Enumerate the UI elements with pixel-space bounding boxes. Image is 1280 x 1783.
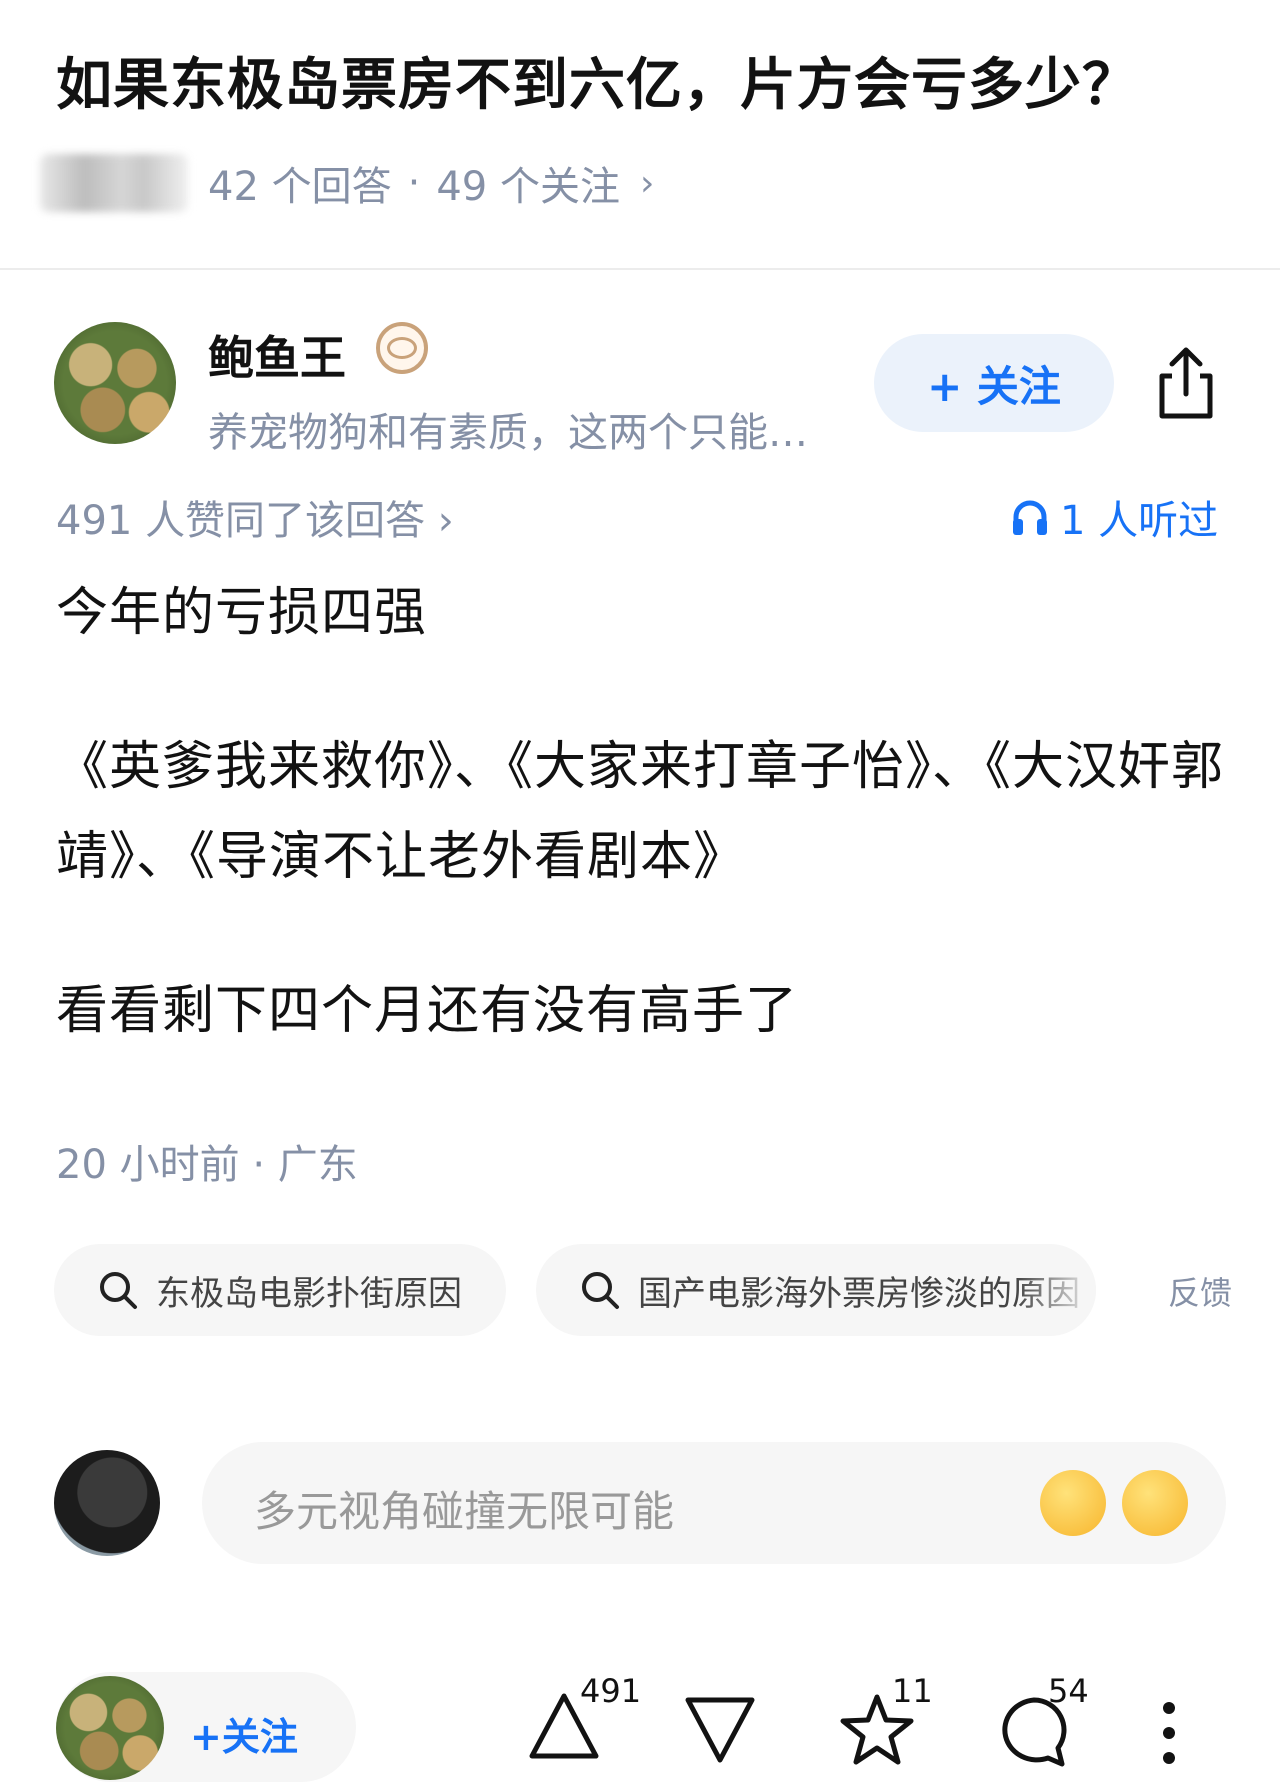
follow-button[interactable]: + 关注 bbox=[874, 334, 1114, 432]
bottom-follow-button[interactable]: +关注 bbox=[190, 1706, 298, 1761]
followers-count: 49 个关注 bbox=[436, 164, 620, 210]
answer-paragraph-2: 《英爹我来救你》、《大家来打章子怡》、《大汉奸郭靖》、《导演不让老外看剧本》 bbox=[56, 737, 1225, 887]
emoji-rose-icon[interactable] bbox=[1040, 1470, 1106, 1536]
blurred-avatar-placeholder bbox=[40, 154, 188, 212]
question-meta[interactable]: 42 个回答 · 49 个关注 › bbox=[40, 150, 654, 216]
downvote-icon[interactable] bbox=[682, 1694, 758, 1766]
eye-badge-icon bbox=[376, 322, 428, 374]
search-chip-label: 国产电影海外票房惨淡的原因 bbox=[638, 1273, 1080, 1314]
search-icon bbox=[582, 1272, 619, 1309]
search-chip-1[interactable]: 东极岛电影扑街原因 bbox=[54, 1244, 506, 1336]
author-name[interactable]: 鲍鱼王 bbox=[208, 322, 346, 388]
upvote-count: 491 bbox=[580, 1672, 642, 1710]
listened-text: 1 人听过 bbox=[1060, 498, 1219, 544]
feedback-link[interactable]: 反馈 bbox=[1168, 1268, 1232, 1314]
comment-placeholder: 多元视角碰撞无限可能 bbox=[254, 1487, 675, 1536]
meta-separator: · bbox=[407, 160, 421, 206]
search-chip-2[interactable]: 国产电影海外票房惨淡的原因 bbox=[536, 1244, 1096, 1336]
favorite-count: 11 bbox=[892, 1672, 933, 1710]
answer-paragraph-3: 看看剩下四个月还有没有高手了 bbox=[56, 981, 799, 1041]
search-icon bbox=[100, 1272, 137, 1309]
current-user-avatar bbox=[54, 1450, 160, 1556]
headphones-icon bbox=[1013, 500, 1047, 535]
chip-fade bbox=[1016, 1244, 1096, 1336]
bottom-author-avatar bbox=[56, 1676, 164, 1780]
answers-count: 42 个回答 bbox=[208, 164, 392, 210]
emoji-surprised-icon[interactable] bbox=[1122, 1470, 1188, 1536]
upvote-summary[interactable]: 491 人赞同了该回答 › bbox=[56, 488, 454, 546]
author-bio: 养宠物狗和有素质，这两个只能… bbox=[208, 410, 808, 456]
answer-paragraph-1: 今年的亏损四强 bbox=[56, 583, 428, 643]
comment-count: 54 bbox=[1048, 1672, 1089, 1710]
author-avatar[interactable] bbox=[54, 322, 176, 444]
question-title[interactable]: 如果东极岛票房不到六亿，片方会亏多少？ bbox=[56, 50, 1236, 122]
share-icon[interactable] bbox=[1150, 342, 1222, 422]
search-chip-label: 东极岛电影扑街原因 bbox=[156, 1273, 462, 1314]
more-menu-icon[interactable] bbox=[1156, 1698, 1182, 1768]
divider bbox=[0, 268, 1280, 270]
answer-time-location: 20 小时前 · 广东 bbox=[56, 1142, 358, 1188]
listened-indicator[interactable]: 1 人听过 bbox=[1010, 488, 1218, 546]
chevron-right-icon: › bbox=[639, 162, 655, 204]
